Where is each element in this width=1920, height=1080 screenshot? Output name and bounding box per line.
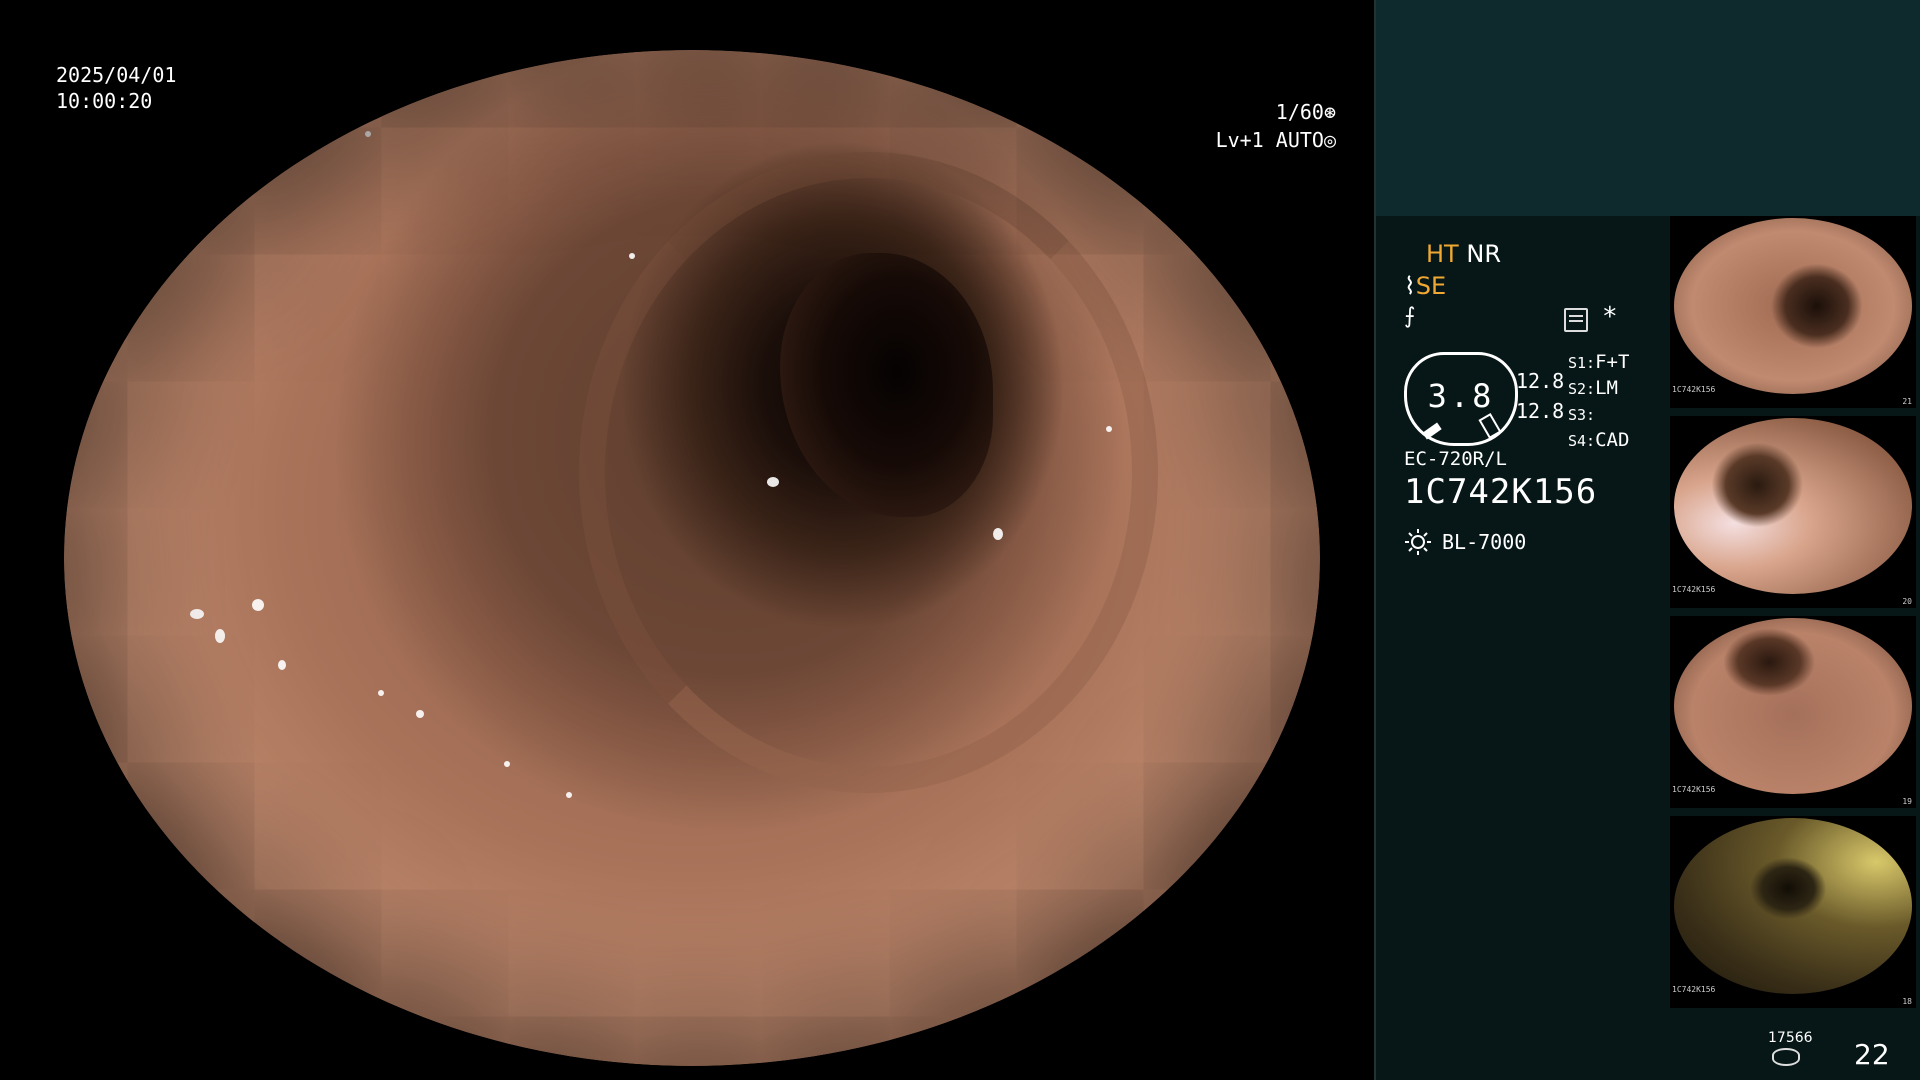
image-count-big: 22 [1854, 1038, 1890, 1071]
light-reflection [993, 527, 1004, 540]
gauge-num-1: 12.8 [1516, 369, 1565, 393]
color-mode-icon: ⨍ [1404, 304, 1416, 329]
image-count-small: 17566 [1768, 1030, 1813, 1046]
datetime-overlay: 2025/04/01 10:00:20 [56, 62, 176, 114]
switch-row: S4:CAD [1568, 428, 1629, 454]
switch-value: CAD [1595, 429, 1630, 451]
mode-se: SE [1415, 272, 1447, 300]
panel-header-area [1374, 0, 1920, 216]
light-reflection [378, 690, 384, 697]
thumbnail-image [1674, 818, 1912, 994]
thumbnail-label: 1C742K156 [1672, 785, 1716, 794]
thumbnail-image [1674, 618, 1912, 794]
scope-switch-list: S1:F+T S2:LM S3: S4:CAD [1568, 350, 1629, 454]
scope-serial: 1C742K156 [1404, 472, 1598, 512]
switch-row: S3: [1568, 402, 1629, 428]
structure-enhance-icon: ⌇ [1404, 272, 1416, 300]
date-text: 2025/04/01 [56, 63, 177, 87]
light-reflection [277, 659, 286, 670]
zoom-gauge: 3.8 [1404, 352, 1518, 446]
light-reflection [767, 476, 780, 487]
switch-key: S3: [1568, 406, 1596, 424]
shutter-speed-text: 1/60 [1275, 100, 1324, 124]
light-source-icon [1404, 528, 1432, 556]
light-reflection [629, 253, 636, 260]
switch-value: F+T [1595, 351, 1630, 373]
thumbnail-number: 18 [1902, 997, 1912, 1006]
thumbnail-number: 19 [1902, 797, 1912, 806]
light-reflection [252, 598, 265, 611]
aperture-icon: ⊛ [1323, 100, 1336, 124]
gauge-marker-right [1478, 412, 1502, 440]
storage-disk-icon [1772, 1048, 1800, 1066]
mode-line-se: ⌇SE [1404, 272, 1446, 300]
thumbnail-strip: 1C742K156 21 1C742K156 20 1C742K156 19 1… [1670, 216, 1916, 1016]
thumbnail-number: 21 [1902, 397, 1912, 406]
mode-nr: NR [1466, 240, 1501, 268]
gauge-marker-left [1422, 422, 1442, 440]
colon-lumen [779, 253, 994, 518]
light-source-text: BL-7000 [1442, 530, 1527, 554]
thumbnail-image [1674, 218, 1912, 394]
light-reflection [365, 131, 372, 138]
endoscopic-image [64, 50, 1320, 1066]
switch-row: S2:LM [1568, 376, 1629, 402]
light-reflection [566, 791, 573, 798]
thumbnail[interactable]: 1C742K156 20 [1670, 416, 1916, 608]
light-reflection [1106, 425, 1113, 432]
asterisk-indicator: * [1602, 302, 1618, 332]
thumbnail[interactable]: 1C742K156 18 [1670, 816, 1916, 1008]
mode-line-ht-nr: HT NR [1426, 240, 1501, 268]
switch-key: S2: [1568, 380, 1596, 398]
gauge-num-2: 12.8 [1516, 399, 1565, 423]
thumbnail[interactable]: 1C742K156 21 [1670, 216, 1916, 408]
gauge-values: 12.8 12.8 [1516, 366, 1564, 426]
switch-key: S4: [1568, 432, 1596, 450]
light-reflection [189, 608, 204, 619]
gauge-value: 3.8 [1427, 377, 1495, 415]
iris-mode-text: AUTO [1275, 128, 1324, 152]
level-text: Lv+1 [1215, 128, 1264, 152]
colon-fold [578, 151, 1159, 793]
iris-icon: ◎ [1323, 128, 1336, 152]
thumbnail-number: 20 [1902, 597, 1912, 606]
thumbnail[interactable]: 1C742K156 19 [1670, 616, 1916, 808]
thumbnail-label: 1C742K156 [1672, 385, 1716, 394]
switch-key: S1: [1568, 354, 1596, 372]
mode-ht: HT [1426, 240, 1459, 268]
switch-row: S1:F+T [1568, 350, 1629, 376]
switch-value: LM [1595, 377, 1618, 399]
light-reflection [415, 710, 424, 719]
endoscope-main-view: 2025/04/01 10:00:20 1/60⊛ Lv+1 AUTO◎ [0, 0, 1374, 1080]
scope-model: EC-720R/L [1404, 448, 1507, 470]
exposure-overlay: 1/60⊛ Lv+1 AUTO◎ [1216, 98, 1336, 154]
settings-icon [1564, 308, 1588, 332]
light-source-row: BL-7000 [1404, 528, 1526, 556]
light-reflection [214, 629, 225, 644]
light-reflection [503, 761, 510, 768]
thumbnail-label: 1C742K156 [1672, 985, 1716, 994]
status-panel: HT NR ⌇SE ⨍ * 3.8 12.8 12.8 S1:F+T S2:LM… [1374, 216, 1920, 1080]
thumbnail-label: 1C742K156 [1672, 585, 1716, 594]
thumbnail-image [1674, 418, 1912, 594]
time-text: 10:00:20 [56, 89, 153, 113]
